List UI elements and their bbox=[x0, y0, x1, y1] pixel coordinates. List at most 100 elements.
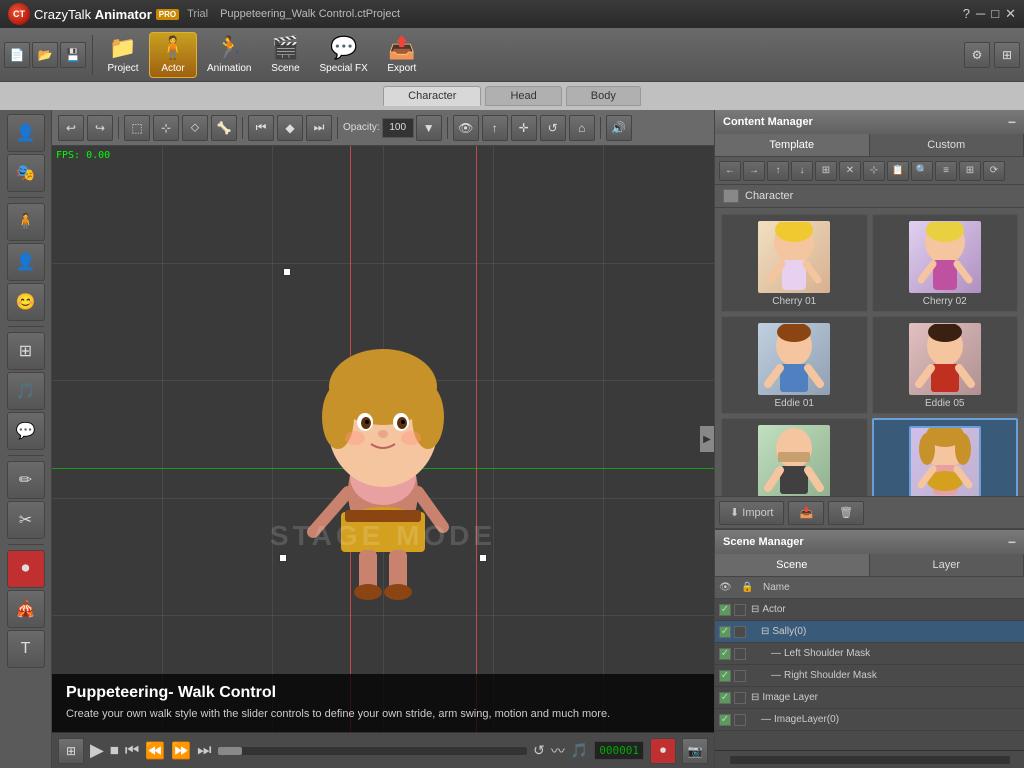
ct-btn-5[interactable]: ⊞ bbox=[815, 161, 837, 181]
undo-button[interactable]: ↩ bbox=[58, 115, 84, 141]
eye-button[interactable]: 👁 bbox=[453, 115, 479, 141]
scene-tab-layer[interactable]: Layer bbox=[870, 554, 1024, 576]
tab-template[interactable]: Template bbox=[715, 134, 870, 156]
motion-tool[interactable]: 👤 bbox=[7, 243, 45, 281]
layer-vis-lsm[interactable]: ✓ bbox=[719, 648, 731, 660]
sel-handle-left[interactable] bbox=[279, 554, 287, 562]
char-card-cherry02[interactable]: Cherry 02 bbox=[872, 214, 1019, 312]
ct-btn-8[interactable]: 📋 bbox=[887, 161, 909, 181]
select-button[interactable]: ⬚ bbox=[124, 115, 150, 141]
face-tool[interactable]: 😊 bbox=[7, 283, 45, 321]
layer-vis-sally[interactable]: ✓ bbox=[719, 626, 731, 638]
move-all-button[interactable]: ✛ bbox=[511, 115, 537, 141]
prev-key[interactable]: ⏮ bbox=[248, 115, 274, 141]
record-button[interactable]: ⏺ bbox=[7, 550, 45, 588]
rotate-button[interactable]: ↺ bbox=[540, 115, 566, 141]
layer-vis-il[interactable]: ✓ bbox=[719, 692, 731, 704]
timeline-slider[interactable] bbox=[218, 747, 528, 755]
draw-tool[interactable]: ✏ bbox=[7, 461, 45, 499]
layer-lock-sally[interactable] bbox=[734, 626, 746, 638]
ct-btn-4[interactable]: ↓ bbox=[791, 161, 813, 181]
prev-frame-button[interactable]: ⏮ bbox=[125, 742, 139, 760]
char-card-rosenberg[interactable]: Mr. Rosenberg bbox=[721, 418, 868, 496]
layer-lock-rsm[interactable] bbox=[734, 670, 746, 682]
ct-btn-2[interactable]: → bbox=[743, 161, 765, 181]
opacity-dropdown[interactable]: ▼ bbox=[416, 115, 442, 141]
layer-row-actor[interactable]: ✓ ⊟ Actor bbox=[715, 599, 1024, 621]
layer-row-il0[interactable]: ✓ — ImageLayer(0) bbox=[715, 709, 1024, 731]
scene-button[interactable]: 🎬 Scene bbox=[261, 32, 309, 78]
export-button[interactable]: 📤 Export bbox=[378, 32, 426, 78]
stop-button[interactable]: ⏹ bbox=[110, 740, 119, 761]
text-tool[interactable]: T bbox=[7, 630, 45, 668]
transform-button[interactable]: ⊹ bbox=[153, 115, 179, 141]
layer-lock-actor[interactable] bbox=[734, 604, 746, 616]
sel-handle-top[interactable] bbox=[283, 268, 291, 276]
open-button[interactable]: 📂 bbox=[32, 42, 58, 68]
scene-manager-close[interactable]: − bbox=[1008, 534, 1016, 550]
maximize-button[interactable]: □ bbox=[991, 6, 999, 22]
char-card-cherry01[interactable]: Cherry 01 bbox=[721, 214, 868, 312]
marker-btn[interactable]: ◆ bbox=[277, 115, 303, 141]
tab-head[interactable]: Head bbox=[485, 86, 561, 106]
puppet-tool[interactable]: 🎪 bbox=[7, 590, 45, 628]
layer-lock-lsm[interactable] bbox=[734, 648, 746, 660]
layer-vis-rsm[interactable]: ✓ bbox=[719, 670, 731, 682]
layer-expand-il[interactable]: ⊟ bbox=[751, 692, 759, 703]
layer-vis-il0[interactable]: ✓ bbox=[719, 714, 731, 726]
next-key[interactable]: ⏭ bbox=[306, 115, 332, 141]
save-button[interactable]: 💾 bbox=[60, 42, 86, 68]
content-manager-close[interactable]: − bbox=[1008, 114, 1016, 130]
actor-button[interactable]: 🧍 Actor bbox=[149, 32, 197, 78]
repeat-button[interactable]: ↺ bbox=[533, 742, 545, 759]
ct-btn-10[interactable]: ≡ bbox=[935, 161, 957, 181]
opacity-input[interactable] bbox=[382, 118, 414, 138]
pose-tool[interactable]: 🧍 bbox=[7, 203, 45, 241]
layer-row-sally[interactable]: ✓ ⊟ Sally(0) bbox=[715, 621, 1024, 643]
animation-button[interactable]: 🏃 Animation bbox=[199, 32, 259, 78]
layer-expand-sally[interactable]: ⊟ bbox=[761, 626, 769, 637]
actor-tool[interactable]: 🎭 bbox=[7, 154, 45, 192]
layer-row-image-layer[interactable]: ✓ ⊟ Image Layer bbox=[715, 687, 1024, 709]
music-button[interactable]: 🎵 bbox=[571, 742, 588, 759]
layer-lock-il[interactable] bbox=[734, 692, 746, 704]
home-button[interactable]: ⌂ bbox=[569, 115, 595, 141]
lasso-button[interactable]: ⬦ bbox=[182, 115, 208, 141]
export-char-button[interactable]: 📤 bbox=[788, 501, 824, 525]
ct-btn-1[interactable]: ← bbox=[719, 161, 741, 181]
scene-tab-scene[interactable]: Scene bbox=[715, 554, 870, 576]
move-up-button[interactable]: ↑ bbox=[482, 115, 508, 141]
select-tool[interactable]: 👤 bbox=[7, 114, 45, 152]
project-button[interactable]: 📁 Project bbox=[99, 32, 147, 78]
waveform-button[interactable]: 〰 bbox=[551, 741, 565, 761]
transform-tool[interactable]: ⊞ bbox=[7, 332, 45, 370]
char-card-eddie01[interactable]: Eddie 01 bbox=[721, 316, 868, 414]
ct-btn-11[interactable]: ⊞ bbox=[959, 161, 981, 181]
import-button[interactable]: ⬇ Import bbox=[719, 501, 784, 525]
camera-button[interactable]: 📷 bbox=[682, 738, 708, 764]
forward-button[interactable]: ⏩ bbox=[171, 741, 191, 761]
char-card-eddie05[interactable]: Eddie 05 bbox=[872, 316, 1019, 414]
tab-character[interactable]: Character bbox=[383, 86, 481, 106]
layer-row-lsm[interactable]: ✓ — Left Shoulder Mask bbox=[715, 643, 1024, 665]
bone-button[interactable]: 🦴 bbox=[211, 115, 237, 141]
ct-btn-3[interactable]: ↑ bbox=[767, 161, 789, 181]
redo-button[interactable]: ↪ bbox=[87, 115, 113, 141]
close-button[interactable]: ✕ bbox=[1005, 6, 1016, 22]
sel-handle-right[interactable] bbox=[479, 554, 487, 562]
record-timeline[interactable]: ⏺ bbox=[650, 738, 676, 764]
timeline-settings[interactable]: ⊞ bbox=[58, 738, 84, 764]
viewport-arrow[interactable]: ▶ bbox=[700, 426, 714, 452]
delete-char-button[interactable]: 🗑 bbox=[828, 501, 864, 525]
bubble-tool[interactable]: 💬 bbox=[7, 412, 45, 450]
char-card-sally[interactable]: Sally bbox=[872, 418, 1019, 496]
layer-expand-actor[interactable]: ⊟ bbox=[751, 604, 759, 615]
ct-btn-6[interactable]: ✕ bbox=[839, 161, 861, 181]
special-fx-button[interactable]: 💬 Special FX bbox=[311, 32, 375, 78]
layer-lock-il0[interactable] bbox=[734, 714, 746, 726]
scene-scrollbar[interactable] bbox=[730, 756, 1010, 764]
end-button[interactable]: ⏭ bbox=[197, 742, 211, 760]
minimize-button[interactable]: ─ bbox=[976, 6, 985, 22]
new-button[interactable]: 📄 bbox=[4, 42, 30, 68]
tab-custom[interactable]: Custom bbox=[870, 134, 1024, 156]
